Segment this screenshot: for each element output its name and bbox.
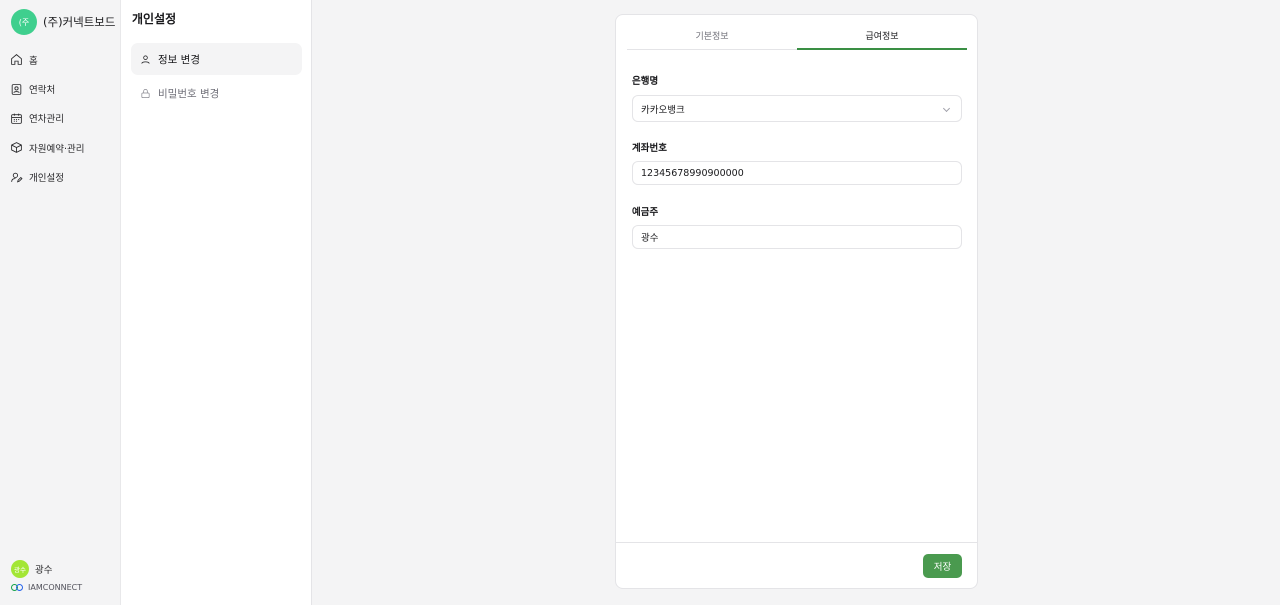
contact-card-icon (11, 83, 22, 95)
settings-item-label: 비밀번호 변경 (158, 87, 220, 100)
main-sidebar: (주 (주)커넥트보드 홈 연락처 연차관리 자원예약·관리 개인설정 광수 광… (0, 0, 121, 605)
nav-item-label: 홈 (29, 55, 38, 67)
brand[interactable]: (주 (주)커넥트보드 (11, 9, 115, 35)
nav-item-label: 개인설정 (29, 173, 64, 185)
account-number-value: 12345678990900000 (641, 167, 744, 179)
main-nav: 홈 연락처 연차관리 자원예약·관리 개인설정 (10, 45, 84, 192)
footer-brand-label: IAMCONNECT (28, 583, 83, 592)
account-holder-input[interactable]: 광수 (632, 225, 962, 249)
nav-item-label: 연락처 (29, 85, 56, 97)
avatar: 광수 (11, 560, 29, 578)
account-label: 계좌번호 (632, 143, 667, 154)
bank-select[interactable]: 카카오뱅크 (632, 95, 962, 122)
calendar-icon (11, 113, 22, 124)
home-icon (11, 54, 22, 65)
tab-salary-info[interactable]: 급여정보 (797, 29, 967, 50)
lock-icon (141, 88, 150, 98)
account-holder-value: 광수 (641, 233, 659, 244)
user-name: 광수 (35, 565, 53, 576)
iamconnect-logo-icon (11, 584, 23, 591)
settings-item-change-password[interactable]: 비밀번호 변경 (131, 77, 302, 109)
settings-item-edit-info[interactable]: 정보 변경 (131, 43, 302, 75)
settings-sidebar: 개인설정 정보 변경 비밀번호 변경 (121, 0, 312, 605)
settings-item-label: 정보 변경 (158, 53, 200, 66)
chevron-down-icon (942, 104, 951, 112)
footer-divider (616, 542, 977, 543)
box-icon (11, 142, 22, 154)
nav-item-label: 연차관리 (29, 114, 64, 126)
nav-item-home[interactable]: 홈 (10, 45, 84, 74)
save-button[interactable]: 저장 (923, 554, 962, 578)
user-edit-icon (11, 172, 23, 183)
nav-item-personal-settings[interactable]: 개인설정 (10, 163, 84, 192)
tab-basic-info[interactable]: 기본정보 (627, 29, 797, 49)
settings-title: 개인설정 (132, 12, 177, 26)
user-icon (141, 54, 150, 64)
nav-item-resources[interactable]: 자원예약·관리 (10, 133, 84, 162)
brand-name: (주)커넥트보드 (43, 15, 116, 29)
footer-brand: IAMCONNECT (11, 583, 82, 592)
bank-select-value: 카카오뱅크 (641, 104, 685, 116)
user-profile[interactable]: 광수 광수 (11, 560, 52, 578)
nav-item-label: 자원예약·관리 (29, 143, 85, 155)
bank-label: 은행명 (632, 76, 659, 87)
tab-bar: 기본정보 급여정보 (627, 29, 967, 50)
holder-label: 예금주 (632, 207, 659, 218)
nav-item-leave[interactable]: 연차관리 (10, 104, 84, 133)
salary-info-card: 기본정보 급여정보 은행명 카카오뱅크 계좌번호 123456789909000… (615, 14, 978, 589)
brand-logo: (주 (11, 9, 37, 35)
nav-item-contacts[interactable]: 연락처 (10, 74, 84, 103)
account-number-input[interactable]: 12345678990900000 (632, 161, 962, 185)
